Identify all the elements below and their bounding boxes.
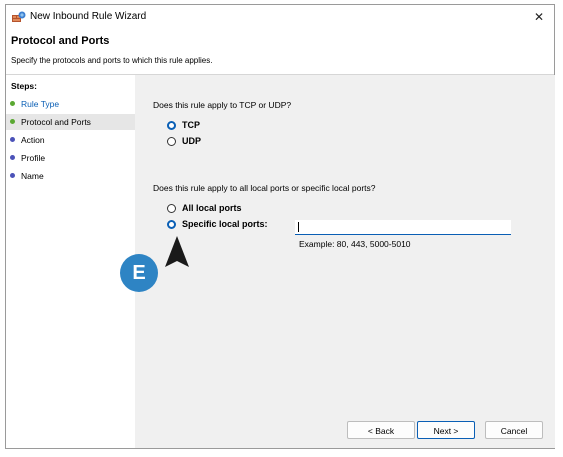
step-label: Profile — [21, 153, 46, 163]
title-bar: New Inbound Rule Wizard ✕ — [6, 5, 554, 29]
step-label: Protocol and Ports — [21, 117, 91, 127]
step-label: Action — [21, 135, 45, 145]
radio-circle-icon — [167, 121, 176, 130]
mouse-pointer-icon — [165, 236, 189, 267]
close-icon: ✕ — [533, 10, 545, 24]
window-title: New Inbound Rule Wizard — [30, 11, 147, 22]
ports-example-hint: Example: 80, 443, 5000-5010 — [299, 239, 411, 249]
protocol-question: Does this rule apply to TCP or UDP? — [153, 100, 292, 110]
annotation-badge: E — [120, 254, 158, 292]
ports-question: Does this rule apply to all local ports … — [153, 183, 376, 193]
radio-circle-icon — [167, 137, 176, 146]
step-dot-icon — [10, 119, 15, 124]
main-panel: Does this rule apply to TCP or UDP? TCP … — [135, 75, 555, 448]
step-label: Name — [21, 171, 44, 181]
next-button[interactable]: Next > — [417, 421, 475, 439]
step-dot-icon — [10, 173, 15, 178]
page-subtitle: Specify the protocols and ports to which… — [11, 56, 213, 65]
step-action[interactable]: Action — [6, 132, 135, 148]
step-profile[interactable]: Profile — [6, 150, 135, 166]
close-button[interactable]: ✕ — [530, 8, 548, 26]
steps-label: Steps: — [11, 81, 37, 91]
text-caret — [298, 222, 299, 232]
step-rule-type[interactable]: Rule Type — [6, 96, 135, 112]
step-dot-icon — [10, 155, 15, 160]
radio-label: All local ports — [182, 203, 242, 213]
step-name[interactable]: Name — [6, 168, 135, 184]
radio-label: UDP — [182, 136, 202, 146]
radio-label: TCP — [182, 120, 200, 130]
step-label: Rule Type — [21, 99, 60, 109]
specific-ports-input[interactable] — [295, 220, 511, 235]
firewall-shield-icon — [12, 11, 26, 22]
page-title: Protocol and Ports — [11, 35, 110, 47]
step-dot-icon — [10, 137, 15, 142]
step-protocol-and-ports[interactable]: Protocol and Ports — [6, 114, 135, 130]
cancel-button[interactable]: Cancel — [485, 421, 543, 439]
radio-circle-icon — [167, 204, 176, 213]
step-dot-icon — [10, 101, 15, 106]
wizard-header: Protocol and Ports Specify the protocols… — [6, 29, 554, 75]
steps-sidebar: Steps: Rule Type Protocol and Ports Acti… — [6, 75, 135, 448]
radio-label: Specific local ports: — [182, 219, 268, 229]
radio-circle-icon — [167, 220, 176, 229]
wizard-window: New Inbound Rule Wizard ✕ Protocol and P… — [5, 4, 555, 449]
back-button[interactable]: < Back — [347, 421, 415, 439]
